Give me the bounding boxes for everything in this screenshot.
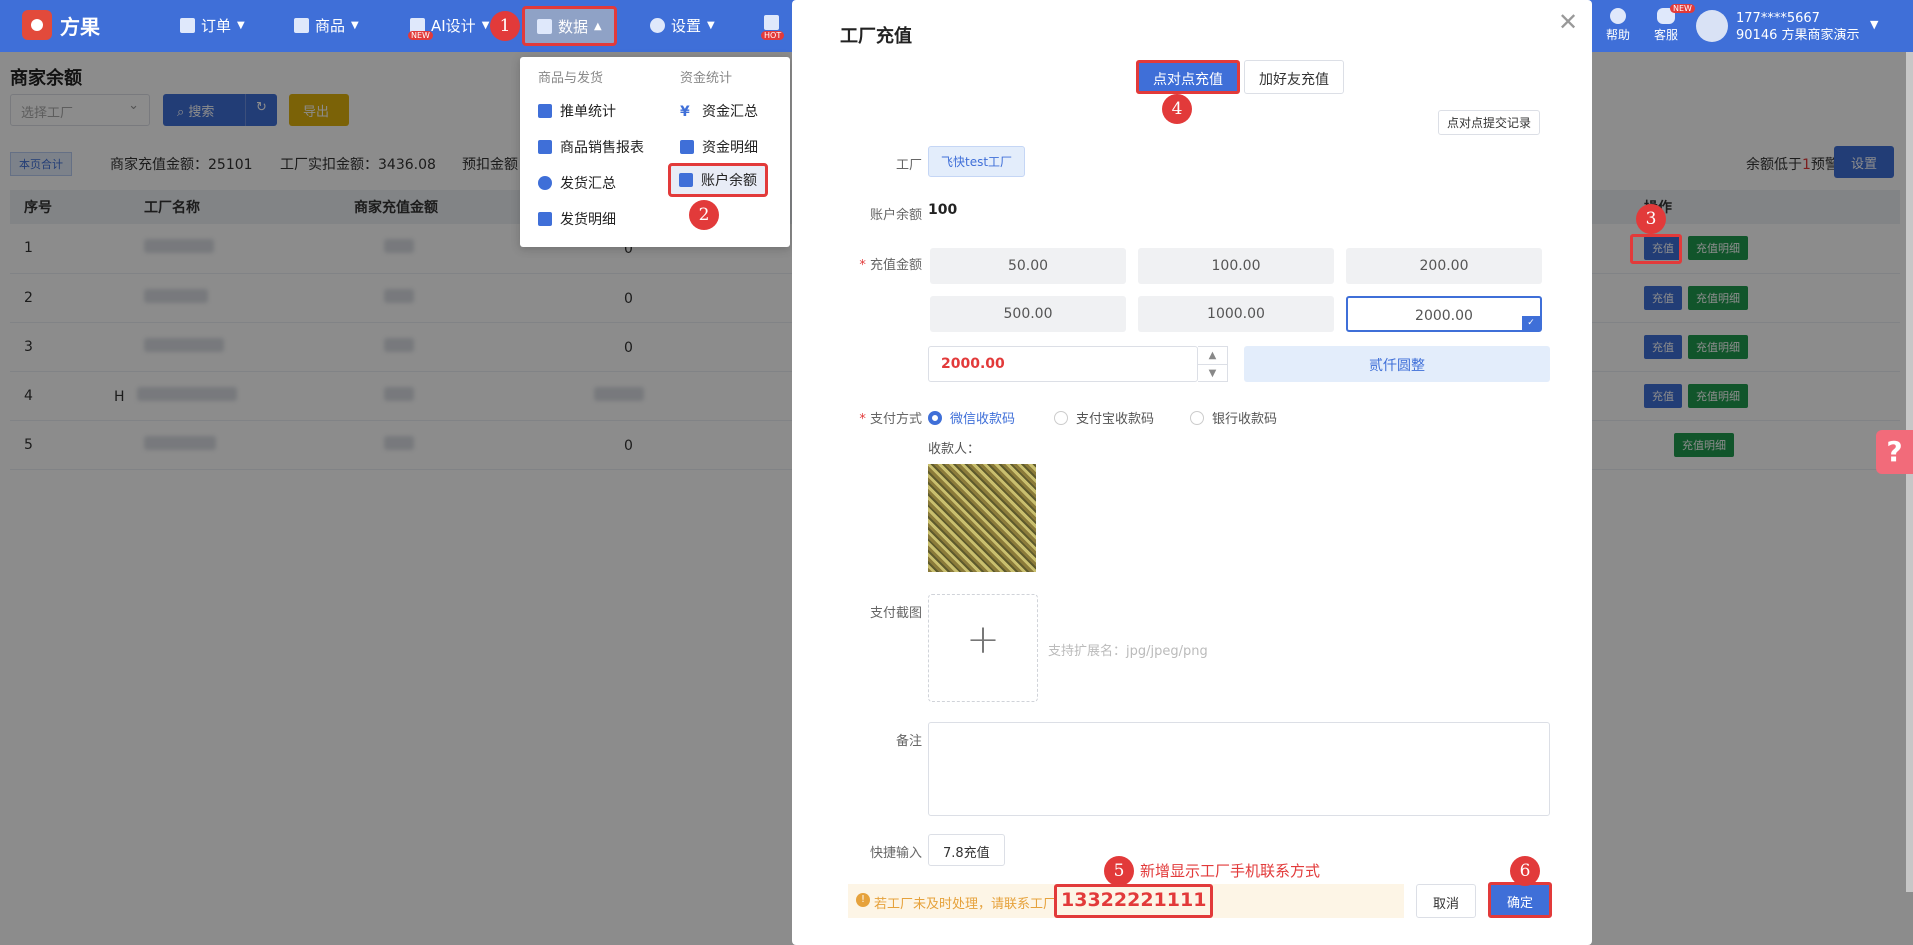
amount-words: 贰仟圆整 <box>1244 346 1550 382</box>
service-button[interactable]: 客服 NEW <box>1654 4 1695 43</box>
brand-icon <box>22 10 52 40</box>
help-button[interactable]: 帮助 <box>1606 8 1630 43</box>
remark-label: 备注 <box>895 734 922 749</box>
amount-label: * 充值金额 <box>859 258 922 273</box>
highlight-recharge <box>1630 234 1682 264</box>
new-badge: NEW <box>408 31 433 40</box>
chevron-down-icon: ▼ <box>1198 364 1227 382</box>
amount-option[interactable]: 500.00 <box>930 296 1126 332</box>
payment-qr-image <box>928 464 1036 572</box>
p2p-record-button[interactable]: 点对点提交记录 <box>1438 110 1541 135</box>
floating-help-icon[interactable]: ? <box>1876 430 1913 474</box>
orders-icon <box>180 18 195 33</box>
stats-icon <box>538 104 552 118</box>
amount-option[interactable]: 50.00 <box>930 248 1126 284</box>
tab-p2p-recharge[interactable]: 点对点充值 <box>1136 60 1240 94</box>
gear-icon <box>650 18 665 33</box>
radio-wechat[interactable]: 微信收款码 <box>928 408 1015 427</box>
plus-icon: + <box>966 617 1000 663</box>
brand-logo[interactable]: 方果 <box>22 10 100 40</box>
step-marker-2: 2 <box>689 200 719 230</box>
step-marker-3: 3 <box>1636 204 1666 234</box>
service-new-badge: NEW <box>1670 4 1695 13</box>
screenshot-label: 支付截图 <box>869 606 922 621</box>
document-icon <box>680 140 694 154</box>
nav-hot[interactable]: HOT <box>761 15 785 40</box>
amount-option[interactable]: 200.00 <box>1346 248 1542 284</box>
amount-option-selected[interactable]: 2000.00 <box>1346 296 1542 332</box>
step-marker-4: 4 <box>1162 94 1192 124</box>
amount-stepper[interactable]: ▲ ▼ <box>1198 346 1228 382</box>
user-caret-icon[interactable]: ▼ <box>1870 18 1878 31</box>
menu-item-push-stats[interactable]: 推单统计 <box>538 101 616 121</box>
nav-data[interactable]: 数据 ▲ <box>522 6 617 46</box>
amount-option[interactable]: 1000.00 <box>1138 296 1334 332</box>
chart-icon <box>537 18 552 34</box>
tip-text: 若工厂未及时处理，请联系工厂确认 <box>874 897 1083 912</box>
pie-icon <box>538 176 552 190</box>
hot-badge: HOT <box>761 31 785 40</box>
remark-textarea[interactable] <box>928 722 1550 816</box>
chevron-up-icon: ▲ <box>1208 350 1217 361</box>
amount-input[interactable]: 2000.00 <box>928 346 1198 382</box>
user-name: 90146 方果商家演示 <box>1736 28 1860 43</box>
help-icon <box>1610 8 1626 24</box>
quick-input-button[interactable]: 7.8充值 <box>928 834 1005 866</box>
payee-label: 收款人： <box>928 442 981 457</box>
dropdown-group-goods: 商品与发货 <box>538 71 604 86</box>
cancel-button[interactable]: 取消 <box>1416 884 1476 918</box>
nav-settings[interactable]: 设置 ▼ <box>650 15 715 36</box>
menu-item-ship-summary[interactable]: 发货汇总 <box>538 173 616 193</box>
close-icon[interactable]: ✕ <box>1558 8 1578 36</box>
annotation-text: 新增显示工厂手机联系方式 <box>1140 862 1321 880</box>
upload-button[interactable]: + <box>928 594 1038 702</box>
pay-method-label: * 支付方式 <box>859 412 922 427</box>
factory-phone: 13322221111 <box>1054 884 1214 918</box>
user-menu[interactable]: 177****5667 90146 方果商家演示 <box>1736 10 1860 44</box>
confirm-button[interactable]: 确定 <box>1488 882 1552 918</box>
nav-orders[interactable]: 订单 ▼ <box>180 15 245 36</box>
quick-input-label: 快捷输入 <box>869 846 922 861</box>
nav-ai-design[interactable]: AI设计 ▼ NEW <box>408 15 489 40</box>
step-marker-5: 5 <box>1104 856 1134 886</box>
factory-label: 工厂 <box>895 158 922 173</box>
radio-alipay[interactable]: 支付宝收款码 <box>1054 408 1154 427</box>
list-icon <box>538 212 552 226</box>
menu-item-fund-summary[interactable]: ¥ 资金汇总 <box>680 101 758 121</box>
upload-hint: 支持扩展名：jpg/jpeg/png <box>1048 644 1208 659</box>
warning-icon: ! <box>856 893 870 907</box>
balance-label: 账户余额 <box>869 208 922 223</box>
report-icon <box>538 140 552 154</box>
recharge-dialog: 工厂充值 ✕ 点对点充值 加好友充值 点对点提交记录 工厂 飞快test工厂 账… <box>792 0 1592 945</box>
menu-item-fund-detail[interactable]: 资金明细 <box>680 137 758 157</box>
menu-item-sales-report[interactable]: 商品销售报表 <box>538 137 644 157</box>
step-marker-1: 1 <box>490 11 520 41</box>
wallet-icon <box>679 173 693 187</box>
dialog-title: 工厂充值 <box>840 26 912 47</box>
products-icon <box>294 18 309 33</box>
dropdown-group-funds: 资金统计 <box>680 71 733 86</box>
factory-tag: 飞快test工厂 <box>928 146 1026 177</box>
tab-friend-recharge[interactable]: 加好友充值 <box>1244 60 1344 94</box>
yen-icon: ¥ <box>680 104 690 120</box>
step-marker-6: 6 <box>1510 856 1540 886</box>
menu-item-account-balance[interactable]: 账户余额 <box>668 163 768 197</box>
nav-products[interactable]: 商品 ▼ <box>294 15 359 36</box>
brand-name: 方果 <box>60 14 100 39</box>
avatar[interactable] <box>1696 10 1728 42</box>
data-dropdown-menu: 商品与发货 资金统计 推单统计 商品销售报表 发货汇总 发货明细 ¥ 资金汇总 资… <box>520 57 790 247</box>
user-phone: 177****5667 <box>1736 11 1820 26</box>
amount-option[interactable]: 100.00 <box>1138 248 1334 284</box>
menu-item-ship-detail[interactable]: 发货明细 <box>538 209 616 229</box>
box-icon <box>764 15 779 30</box>
radio-bank[interactable]: 银行收款码 <box>1190 408 1277 427</box>
balance-value: 100 <box>928 202 958 218</box>
